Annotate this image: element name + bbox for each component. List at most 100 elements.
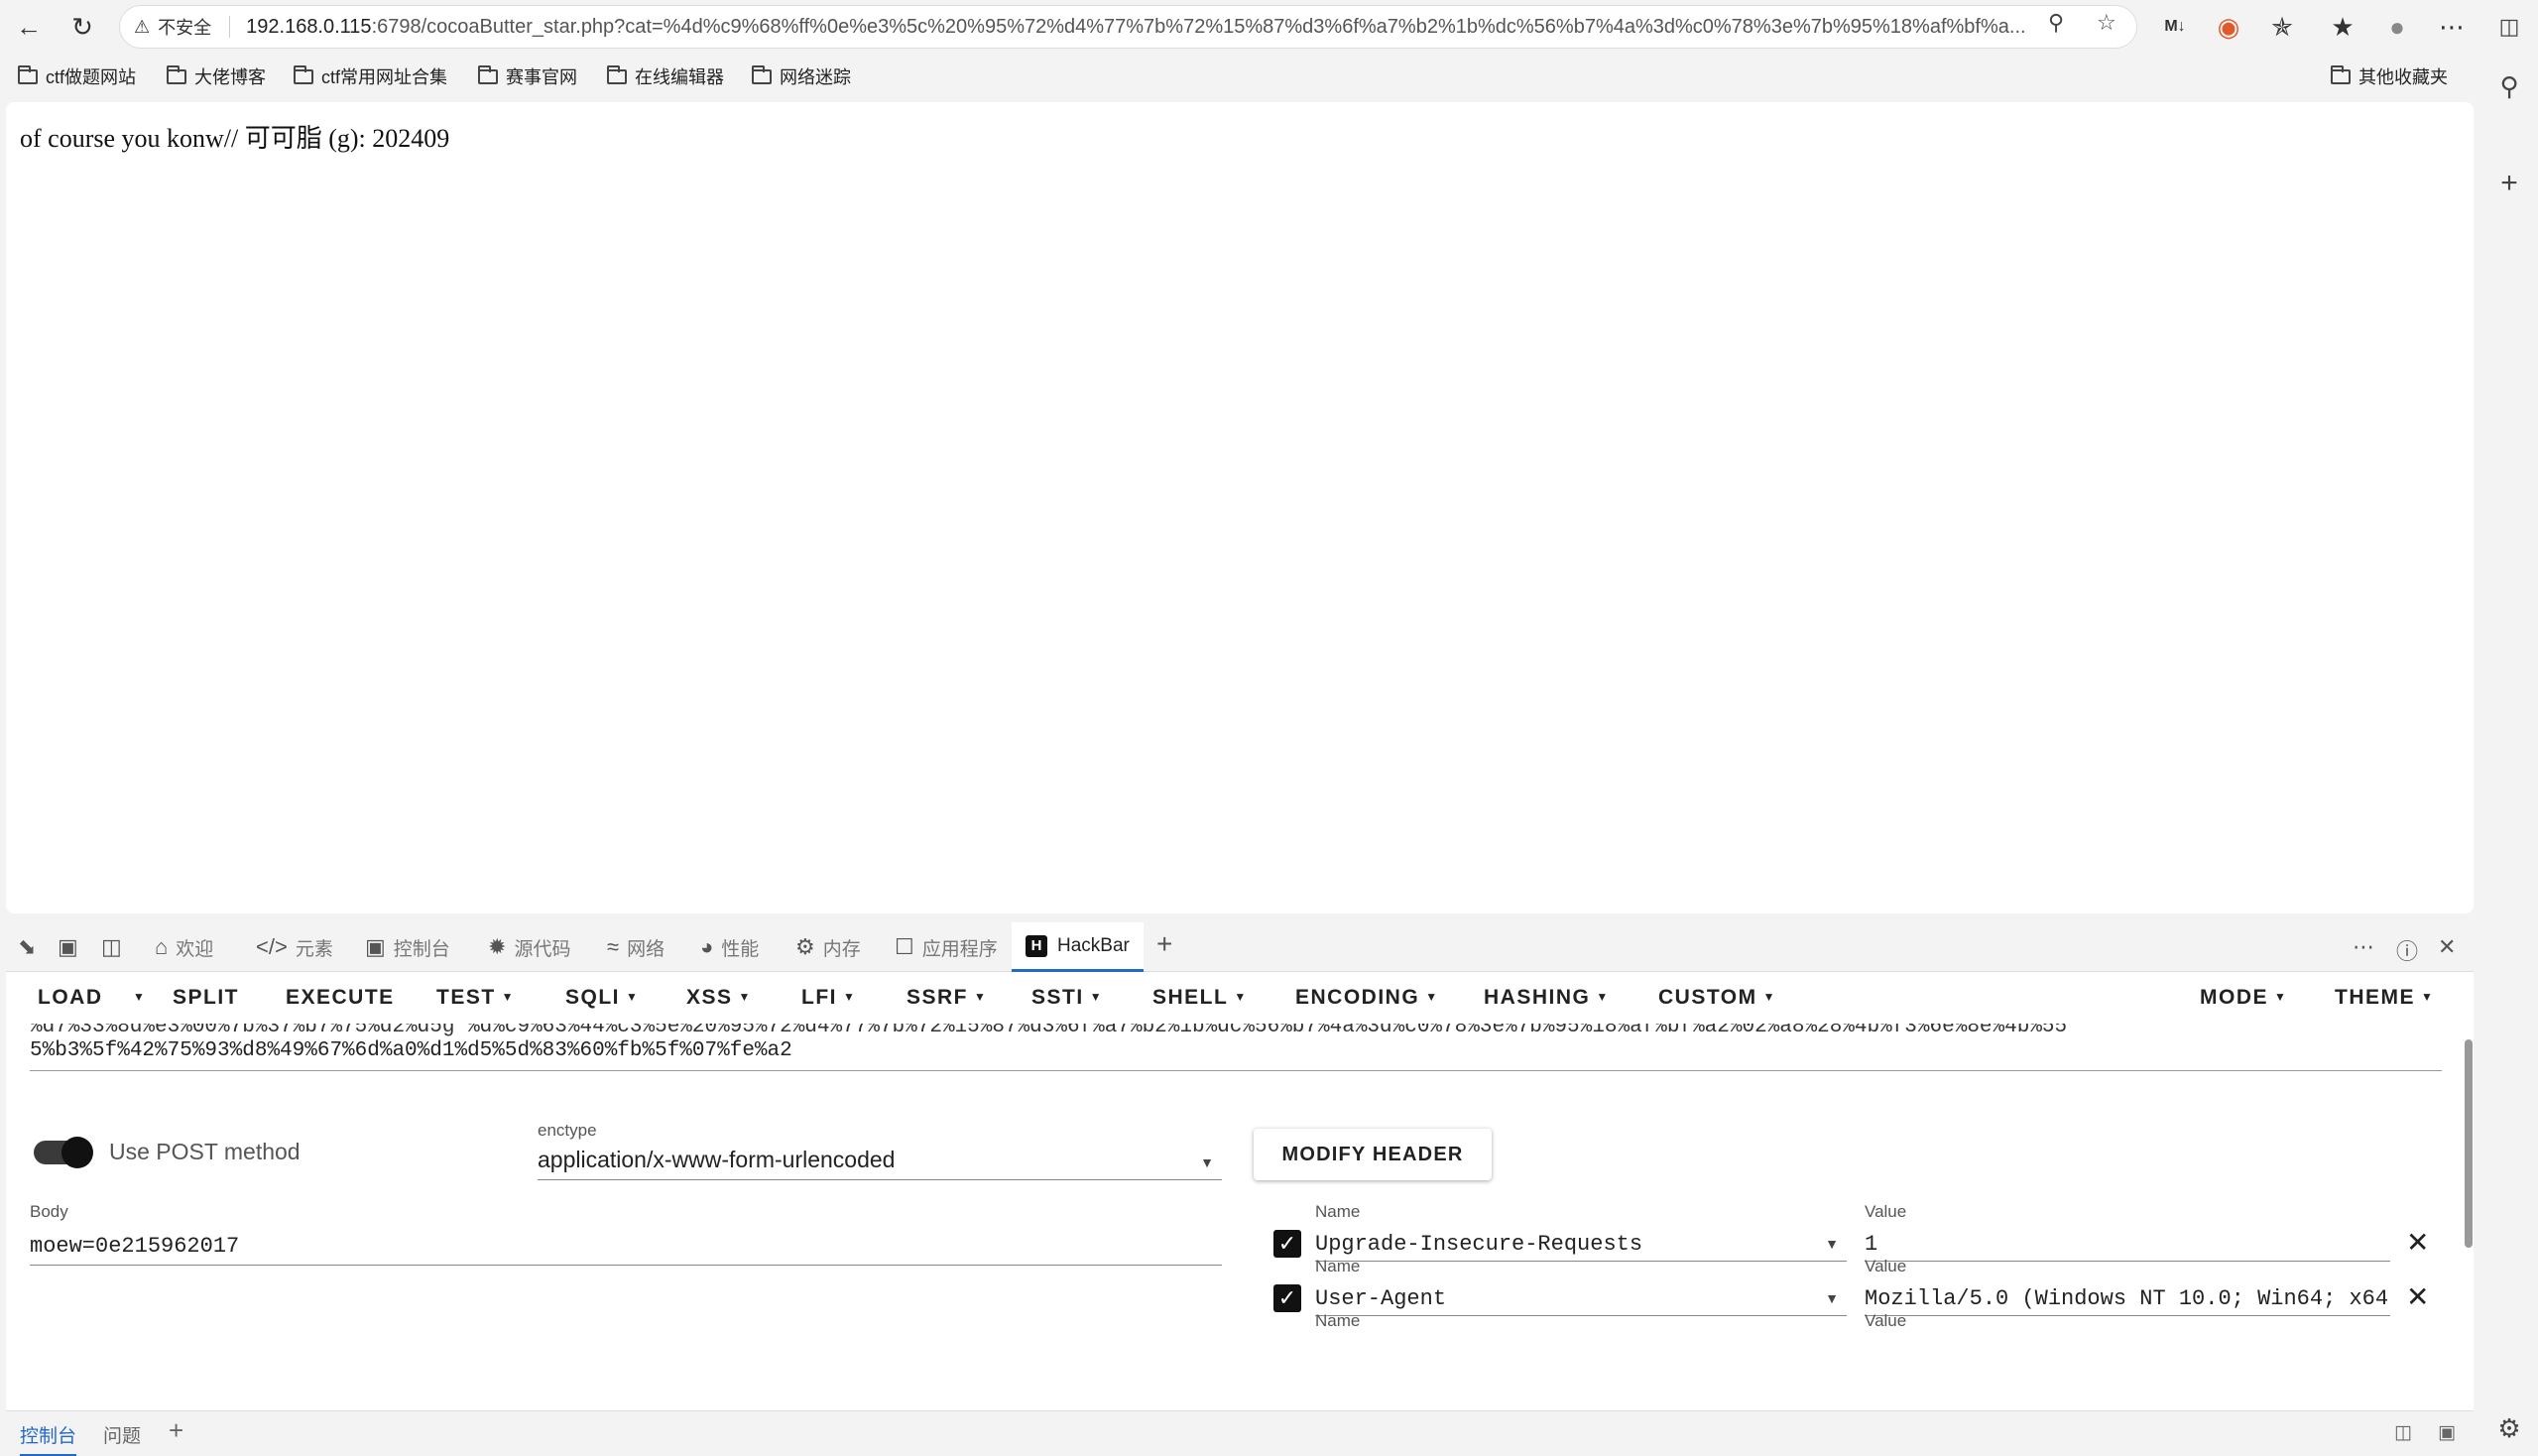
tab-network[interactable]: ≈ 网络	[607, 922, 665, 972]
add-icon[interactable]: +	[2493, 167, 2525, 200]
address-separator	[229, 16, 231, 38]
header-name-field[interactable]: Name User-Agent ▼	[1315, 1257, 1847, 1316]
bookmark-label: 赛事官网	[506, 67, 577, 87]
favorite-star-icon[interactable]: ☆	[2097, 10, 2116, 36]
url-line: 5%b3%5f%42%75%93%d8%49%67%6d%a0%d1%d5%5d…	[30, 1039, 792, 1062]
lfi-menu[interactable]: LFI ▼	[801, 986, 856, 1010]
dock-side-icon[interactable]: ◫	[101, 934, 122, 960]
header-enabled-checkbox[interactable]: ✓	[1273, 1284, 1301, 1312]
header-enabled-checkbox[interactable]: ✓	[1273, 1230, 1301, 1258]
inspect-element-icon[interactable]: ⬊	[18, 934, 36, 960]
delete-header-icon[interactable]: ✕	[2406, 1280, 2429, 1313]
tab-label: 性能	[721, 938, 760, 960]
url-textarea[interactable]: %d7%33%8d%e3%00%7b%37%b7%75%d2%d5g %d%c9…	[30, 1024, 2442, 1071]
other-bookmarks-folder[interactable]: 其他收藏夹	[2331, 63, 2448, 89]
encoding-menu[interactable]: ENCODING ▼	[1295, 986, 1439, 1010]
custom-menu[interactable]: CUSTOM ▼	[1658, 986, 1776, 1010]
sqli-menu[interactable]: SQLI ▼	[565, 986, 639, 1010]
header-name-field[interactable]: Name	[1315, 1311, 1847, 1331]
add-drawer-tab-icon[interactable]: +	[169, 1415, 183, 1446]
header-value-field[interactable]: Value	[1865, 1311, 2390, 1331]
tab-console[interactable]: ▣ 控制台	[365, 922, 450, 972]
execute-button[interactable]: EXECUTE	[286, 986, 395, 1010]
tab-hackbar[interactable]: H HackBar	[1012, 922, 1144, 972]
drawer-tab-issues[interactable]: 问题	[103, 1421, 141, 1448]
address-bar[interactable]: ⚠ 不安全 192.168.0.115:6798/cocoaButter_sta…	[119, 5, 2137, 49]
header-name-label: Name	[1315, 1311, 1361, 1330]
scrollbar[interactable]	[2465, 1039, 2473, 1248]
header-value-label: Value	[1865, 1202, 1907, 1221]
enctype-select[interactable]: enctype application/x-www-form-urlencode…	[538, 1121, 1222, 1180]
ssti-menu[interactable]: SSTI ▼	[1031, 986, 1103, 1010]
profile-avatar-icon[interactable]: ●	[2380, 10, 2414, 44]
xss-menu[interactable]: XSS ▼	[686, 986, 752, 1010]
url-text[interactable]: 192.168.0.115:6798/cocoaButter_star.php?…	[246, 16, 2111, 39]
record-extension-icon[interactable]: ◉	[2212, 10, 2245, 44]
ssrf-menu[interactable]: SSRF ▼	[906, 986, 987, 1010]
more-options-icon[interactable]: ⋯	[2353, 934, 2374, 960]
undock-drawer-icon[interactable]: ◫	[2394, 1421, 2412, 1444]
bookmark-folder[interactable]: 大佬博客	[167, 63, 266, 89]
tab-sources[interactable]: ✹ 源代码	[488, 922, 570, 972]
close-drawer-icon[interactable]: ▣	[2438, 1421, 2456, 1444]
back-arrow-icon[interactable]: ←	[12, 10, 46, 44]
close-devtools-icon[interactable]: ✕	[2438, 934, 2456, 960]
lfi-label: LFI	[801, 986, 837, 1009]
split-button[interactable]: SPLIT	[173, 986, 239, 1010]
bookmark-folder[interactable]: 赛事官网	[478, 63, 577, 89]
favorites-icon[interactable]: ★	[2326, 10, 2359, 44]
mode-label: MODE	[2200, 986, 2268, 1009]
theme-menu[interactable]: THEME ▼	[2335, 986, 2434, 1010]
shell-menu[interactable]: SHELL ▼	[1152, 986, 1248, 1010]
tab-application[interactable]: ☐ 应用程序	[895, 922, 998, 972]
load-dropdown[interactable]: ▼	[127, 986, 146, 1010]
zoom-icon[interactable]: ⚲	[2048, 10, 2064, 36]
tab-elements[interactable]: </> 元素	[256, 922, 333, 972]
reload-icon[interactable]: ↻	[65, 10, 99, 44]
caret-down-icon: ▼	[1089, 990, 1104, 1004]
modify-header-button[interactable]: MODIFY HEADER	[1254, 1129, 1492, 1180]
more-menu-icon[interactable]: ⋯	[2435, 10, 2469, 44]
header-value-field[interactable]: Value Mozilla/5.0 (Windows NT 10.0; Win6…	[1865, 1257, 2390, 1316]
bookmark-folder[interactable]: ctf做题网站	[18, 63, 136, 89]
mode-menu[interactable]: MODE ▼	[2200, 986, 2287, 1010]
header-value-value: 1	[1865, 1232, 1878, 1257]
delete-header-icon[interactable]: ✕	[2406, 1226, 2429, 1259]
sidebar-toggle-icon[interactable]: ◫	[2493, 14, 2525, 40]
drawer-tab-console[interactable]: 控制台	[20, 1421, 77, 1456]
header-value-field[interactable]: Value 1	[1865, 1202, 2390, 1262]
bookmark-folder[interactable]: 在线编辑器	[607, 63, 724, 89]
xss-label: XSS	[686, 986, 733, 1009]
body-field[interactable]: Body moew=0e215962017	[30, 1202, 1222, 1266]
search-icon[interactable]: ⚲	[2493, 71, 2525, 102]
settings-gear-icon[interactable]: ⚙	[2493, 1413, 2525, 1444]
caret-down-icon: ▼	[1596, 990, 1610, 1004]
use-post-toggle[interactable]: Use POST method	[34, 1136, 301, 1168]
url-host: 192.168.0.115	[246, 15, 372, 38]
tab-memory[interactable]: ⚙ 内存	[795, 922, 861, 972]
caret-down-icon: ▼	[133, 990, 147, 1004]
caret-down-icon: ▼	[1825, 1236, 1839, 1252]
device-emulation-icon[interactable]: ▣	[58, 934, 78, 960]
tab-welcome[interactable]: ⌂ 欢迎	[155, 922, 213, 972]
bookmark-folder[interactable]: ctf常用网址合集	[294, 63, 447, 89]
markdown-extension-icon[interactable]: M↓	[2158, 10, 2192, 44]
warning-icon: ⚠	[134, 16, 151, 37]
hashing-menu[interactable]: HASHING ▼	[1484, 986, 1610, 1010]
bookmark-folder[interactable]: 网络迷踪	[752, 63, 851, 89]
extensions-puzzle-icon[interactable]: ✯	[2265, 10, 2299, 44]
bookmark-label: 网络迷踪	[780, 67, 851, 87]
test-menu[interactable]: TEST ▼	[436, 986, 515, 1010]
folder-icon	[752, 64, 772, 84]
help-icon[interactable]: ⓘ	[2396, 934, 2418, 966]
bookmark-label: 在线编辑器	[635, 67, 724, 87]
add-tab-icon[interactable]: +	[1156, 928, 1172, 960]
folder-icon	[2331, 64, 2351, 84]
header-name-field[interactable]: Name Upgrade-Insecure-Requests ▼	[1315, 1202, 1847, 1262]
body-label: Body	[30, 1202, 68, 1221]
header-name-value: User-Agent	[1315, 1286, 1447, 1311]
caret-down-icon: ▼	[2421, 990, 2435, 1004]
load-button[interactable]: LOAD	[38, 986, 103, 1010]
tab-performance[interactable]: ◕ 性能	[700, 922, 759, 972]
toggle-switch[interactable]	[34, 1136, 93, 1168]
